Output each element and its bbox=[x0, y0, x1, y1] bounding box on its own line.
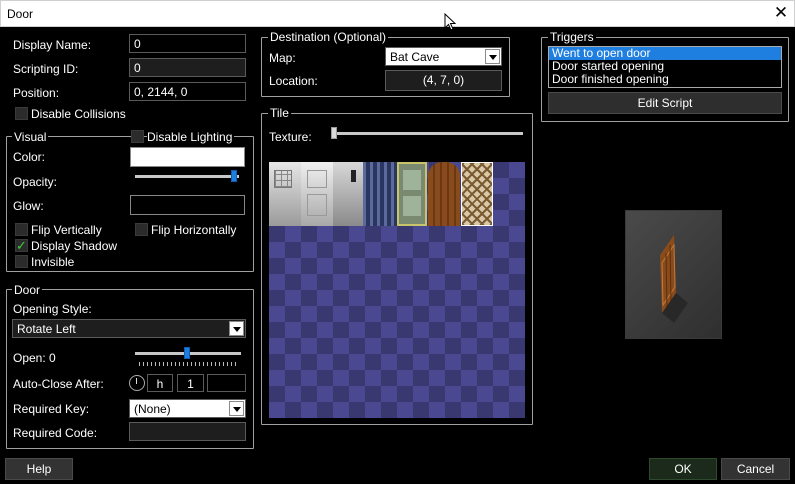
triggers-list[interactable]: Went to open door Door started opening D… bbox=[548, 46, 782, 88]
opening-style-value: Rotate Left bbox=[17, 322, 76, 336]
door-texture-window[interactable] bbox=[269, 162, 301, 226]
door-texture-lattice-selected[interactable] bbox=[461, 162, 493, 226]
door-preview bbox=[625, 210, 722, 339]
open-slider-thumb[interactable] bbox=[184, 347, 190, 359]
location-label: Location: bbox=[269, 74, 318, 88]
auto-close-extra-input[interactable] bbox=[207, 374, 246, 392]
invisible-checkbox[interactable] bbox=[15, 255, 28, 268]
opacity-slider-track[interactable] bbox=[135, 175, 239, 178]
window-title: Door bbox=[7, 7, 34, 21]
disable-collisions-checkbox[interactable] bbox=[15, 107, 28, 120]
ok-button[interactable]: OK bbox=[649, 458, 717, 480]
glow-label: Glow: bbox=[13, 199, 44, 213]
flip-horizontally-label: Flip Horizontally bbox=[151, 223, 237, 237]
open-label: Open: 0 bbox=[13, 351, 56, 365]
required-key-label: Required Key: bbox=[13, 402, 90, 416]
door-texture-metal[interactable] bbox=[333, 162, 363, 226]
door-texture-bars[interactable] bbox=[363, 162, 397, 226]
position-input[interactable]: 0, 2144, 0 bbox=[129, 82, 246, 101]
chevron-down-icon[interactable] bbox=[229, 321, 244, 336]
opening-style-select[interactable]: Rotate Left bbox=[12, 319, 246, 338]
location-field[interactable]: (4, 7, 0) bbox=[385, 70, 502, 91]
help-button[interactable]: Help bbox=[5, 458, 73, 480]
cancel-button[interactable]: Cancel bbox=[721, 458, 790, 480]
display-name-label: Display Name: bbox=[13, 38, 92, 52]
door-texture-wooden[interactable] bbox=[428, 162, 460, 226]
title-bar: Door ✕ bbox=[0, 0, 795, 27]
texture-slider-track[interactable] bbox=[333, 132, 523, 135]
flip-horizontally-checkbox[interactable] bbox=[135, 223, 148, 236]
disable-collisions-label: Disable Collisions bbox=[31, 107, 126, 121]
edit-script-button[interactable]: Edit Script bbox=[548, 92, 782, 114]
open-slider-ticks bbox=[139, 362, 239, 366]
opacity-label: Opacity: bbox=[13, 175, 58, 189]
door-preview-model bbox=[660, 235, 688, 323]
flip-vertically-label: Flip Vertically bbox=[31, 223, 102, 237]
map-value: Bat Cave bbox=[390, 50, 440, 64]
visual-legend: Visual bbox=[12, 130, 49, 144]
color-swatch[interactable] bbox=[130, 147, 245, 167]
opening-style-label: Opening Style: bbox=[13, 302, 92, 316]
door-legend: Door bbox=[12, 283, 43, 297]
map-label: Map: bbox=[269, 51, 296, 65]
tile-atlas-grid[interactable] bbox=[269, 162, 525, 418]
disable-lighting-checkbox[interactable] bbox=[131, 130, 144, 143]
scripting-id-field: 0 bbox=[129, 58, 246, 77]
destination-legend: Destination (Optional) bbox=[268, 30, 389, 44]
scripting-id-label: Scripting ID: bbox=[13, 62, 79, 76]
display-shadow-checkbox[interactable]: ✓ bbox=[15, 239, 28, 252]
display-name-input[interactable]: 0 bbox=[129, 34, 246, 53]
map-select[interactable]: Bat Cave bbox=[385, 47, 502, 66]
flip-vertically-checkbox[interactable] bbox=[15, 223, 28, 236]
tile-legend: Tile bbox=[268, 106, 291, 120]
required-code-input[interactable] bbox=[129, 422, 246, 441]
close-icon[interactable]: ✕ bbox=[772, 4, 790, 22]
chevron-down-icon[interactable] bbox=[485, 49, 500, 64]
position-label: Position: bbox=[13, 86, 60, 100]
required-code-label: Required Code: bbox=[13, 426, 98, 440]
disable-lighting-label: Disable Lighting bbox=[147, 130, 235, 144]
opacity-slider-thumb[interactable] bbox=[231, 170, 237, 182]
texture-slider-thumb[interactable] bbox=[331, 127, 337, 139]
required-key-select[interactable]: (None) bbox=[129, 399, 246, 418]
door-texture-panel[interactable] bbox=[301, 162, 333, 226]
auto-close-label: Auto-Close After: bbox=[13, 377, 104, 391]
glow-swatch[interactable] bbox=[130, 195, 245, 215]
invisible-label: Invisible bbox=[31, 255, 75, 269]
required-key-value: (None) bbox=[134, 402, 171, 416]
mouse-cursor-icon bbox=[444, 13, 456, 31]
color-label: Color: bbox=[13, 150, 46, 164]
texture-label: Texture: bbox=[269, 130, 312, 144]
triggers-legend: Triggers bbox=[548, 30, 596, 44]
auto-close-value-input[interactable]: 1 bbox=[177, 374, 204, 392]
display-shadow-label: Display Shadow bbox=[31, 239, 118, 253]
door-texture-framed[interactable] bbox=[397, 162, 427, 226]
trigger-item[interactable]: Door finished opening bbox=[549, 73, 781, 86]
chevron-down-icon[interactable] bbox=[229, 401, 244, 416]
clock-icon[interactable] bbox=[129, 375, 145, 391]
auto-close-h-button[interactable]: h bbox=[147, 374, 173, 392]
